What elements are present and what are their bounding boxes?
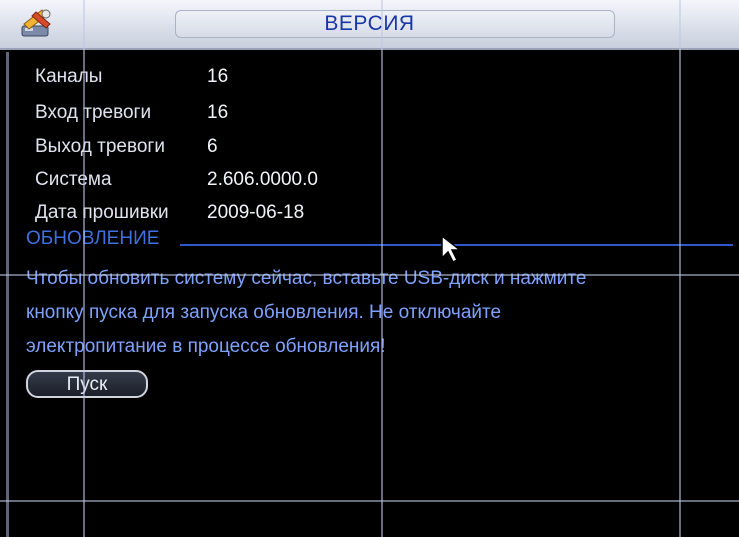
info-label: Выход тревоги <box>35 136 165 157</box>
info-label: Система <box>35 169 112 190</box>
grid-line <box>381 0 383 537</box>
grid-line <box>0 500 739 502</box>
mouse-pointer-icon <box>441 234 463 264</box>
window-title: ВЕРСИЯ <box>324 12 415 35</box>
info-value: 2.606.0000.0 <box>207 169 318 190</box>
version-window: ВЕРСИЯ Каналы 16 Вход тревоги 16 Выход т… <box>0 0 739 537</box>
info-label: Каналы <box>35 66 103 87</box>
info-value: 16 <box>207 102 229 123</box>
start-update-button[interactable]: Пуск <box>26 370 148 398</box>
info-value: 16 <box>207 66 229 87</box>
message-line: электропитание в процессе обновления! <box>26 336 386 357</box>
grid-line <box>679 0 681 537</box>
message-line: кнопку пуска для запуска обновления. Не … <box>26 302 502 323</box>
update-section-title: ОБНОВЛЕНИЕ <box>26 228 160 249</box>
info-label: Вход тревоги <box>35 102 152 123</box>
grid-line <box>83 0 85 537</box>
info-value: 6 <box>207 136 218 157</box>
grid-line <box>0 274 739 276</box>
title-bar: ВЕРСИЯ <box>0 0 739 50</box>
info-value: 2009-06-18 <box>207 202 305 223</box>
update-message: Чтобы обновить систему сейчас, вставьте … <box>26 262 726 364</box>
message-line: Чтобы обновить систему сейчас, вставьте … <box>26 268 587 289</box>
info-label: Дата прошивки <box>35 202 169 223</box>
